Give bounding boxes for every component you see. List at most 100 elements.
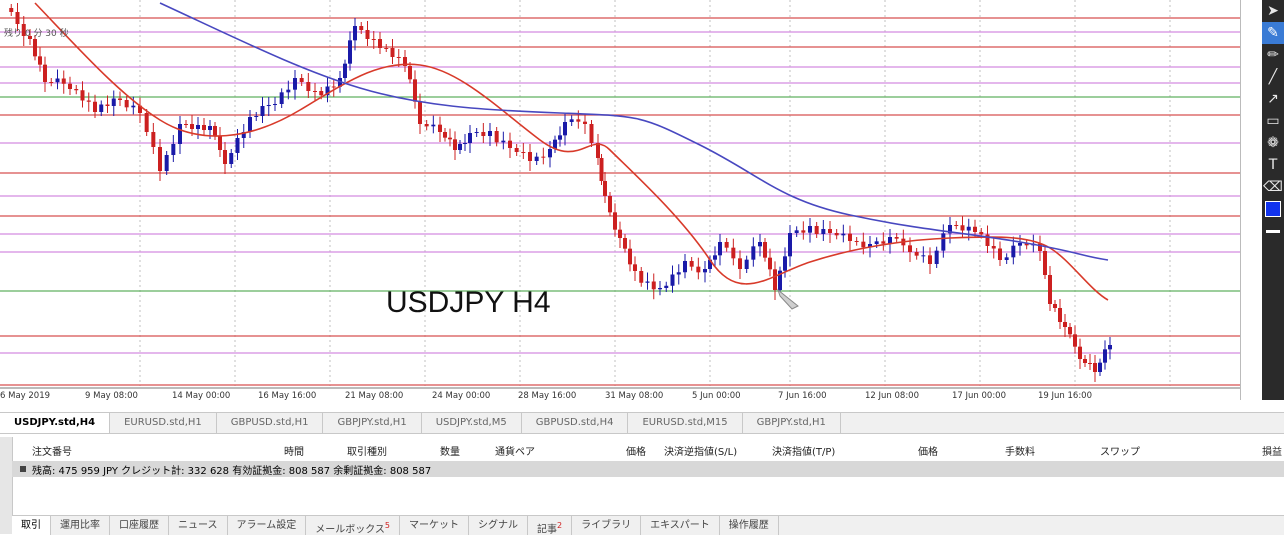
time-axis-label: 12 Jun 08:00	[865, 391, 919, 400]
candle-body	[202, 125, 206, 130]
candle-body	[596, 143, 600, 158]
candle-body	[676, 272, 681, 275]
candle-body	[80, 90, 85, 101]
candle-body	[934, 250, 939, 264]
line-width-icon[interactable]	[1262, 220, 1284, 242]
col-sl[interactable]: 決済逆指値(S/L)	[664, 443, 737, 458]
tab-market[interactable]: マーケット	[400, 516, 469, 535]
price-scale[interactable]	[1240, 0, 1263, 400]
tab-articles[interactable]: 記事2	[528, 516, 573, 535]
candle-body	[413, 79, 417, 102]
col-swap[interactable]: スワップ	[1100, 443, 1140, 458]
candle-body	[313, 91, 317, 92]
candle-body	[558, 135, 562, 140]
cursor-icon[interactable]: ➤	[1262, 0, 1284, 22]
candle-body	[131, 105, 136, 108]
candle-body	[998, 248, 1002, 260]
col-time[interactable]: 時間	[284, 443, 304, 458]
eraser-icon[interactable]: ⌫	[1262, 176, 1284, 198]
chart-tab[interactable]: GBPJPY.std,H1	[743, 413, 841, 433]
shapes-icon[interactable]: ❁	[1262, 132, 1284, 154]
time-axis-label: 5 Jun 00:00	[692, 391, 741, 400]
candle-body	[279, 92, 284, 104]
candle-body	[960, 225, 965, 231]
chart-tab[interactable]: EURUSD.std,M15	[628, 413, 743, 433]
tab-experts[interactable]: エキスパート	[641, 516, 720, 535]
candle-body	[608, 196, 612, 213]
arrow-line-icon[interactable]: ↗	[1262, 88, 1284, 110]
candle-body	[93, 101, 97, 112]
candle-body	[359, 26, 364, 30]
candle-body	[794, 230, 799, 233]
balance-row[interactable]: 残高: 475 959 JPY クレジット計: 332 628 有効証拠金: 8…	[12, 461, 1284, 477]
candle-body	[848, 233, 852, 241]
col-tp[interactable]: 決済指値(T/P)	[772, 443, 835, 458]
candle-body	[43, 64, 47, 82]
candle-body	[223, 150, 227, 164]
tab-trade[interactable]: 取引	[12, 516, 51, 535]
chart-tab-bar: USDJPY.std,H4 EURUSD.std,H1 GBPUSD.std,H…	[0, 412, 1284, 434]
tab-history[interactable]: 口座履歴	[110, 516, 169, 535]
candle-body	[343, 63, 347, 78]
rectangle-icon[interactable]: ▭	[1262, 110, 1284, 132]
candle-body	[718, 242, 722, 256]
line-icon[interactable]: ╱	[1262, 66, 1284, 88]
candle-body	[488, 131, 492, 136]
time-axis-label: 28 May 16:00	[518, 391, 576, 400]
candle-body	[1018, 243, 1022, 246]
candle-body	[1011, 245, 1016, 258]
tab-alerts[interactable]: アラーム設定	[228, 516, 307, 535]
candle-body	[941, 233, 946, 251]
col-type[interactable]: 取引種別	[347, 443, 387, 458]
col-volume[interactable]: 数量	[440, 443, 460, 458]
pencil-icon[interactable]: ✎	[1262, 22, 1284, 44]
col-price[interactable]: 価格	[626, 443, 646, 458]
chart-tab[interactable]: GBPJPY.std,H1	[323, 413, 422, 433]
candle-body	[569, 119, 574, 122]
candle-body	[738, 258, 742, 269]
candle-body	[453, 139, 457, 150]
candle-body	[618, 229, 622, 238]
candle-body	[874, 241, 879, 244]
candle-body	[954, 225, 959, 226]
chart-tab[interactable]: GBPUSD.std,H4	[522, 413, 629, 433]
candle-body	[724, 242, 729, 248]
candle-body	[1108, 345, 1112, 350]
col-price-2[interactable]: 価格	[918, 443, 938, 458]
marker-icon[interactable]: ✏	[1262, 44, 1284, 66]
chart-tab[interactable]: USDJPY.std,H4	[0, 413, 111, 433]
candle-body	[921, 255, 926, 257]
candle-body	[991, 246, 996, 249]
tab-journal[interactable]: 操作履歴	[720, 516, 779, 535]
chart-tab[interactable]: GBPUSD.std,H1	[217, 413, 324, 433]
text-icon[interactable]: T	[1262, 154, 1284, 176]
chart-tab[interactable]: USDJPY.std,M5	[422, 413, 522, 433]
col-commission[interactable]: 手数料	[1005, 443, 1035, 458]
color-swatch-icon[interactable]	[1262, 198, 1284, 220]
candle-body	[1058, 308, 1062, 322]
candle-body	[408, 66, 412, 80]
candle-body	[184, 124, 188, 125]
price-chart[interactable]: USDJPY H4 残り 0 分 30 秒 6 May 2019 9 May 08:0…	[0, 0, 1240, 400]
chart-area[interactable]: USDJPY H4 残り 0 分 30 秒 6 May 2019 9 May 08:0…	[0, 0, 1263, 400]
tab-library[interactable]: ライブラリ	[572, 516, 642, 535]
drawing-toolbar: ➤ ✎ ✏ ╱ ↗ ▭ ❁ T ⌫	[1262, 0, 1284, 400]
candle-body	[628, 248, 632, 265]
col-symbol[interactable]: 通貨ペア	[495, 443, 535, 458]
tab-exposure[interactable]: 運用比率	[51, 516, 110, 535]
tab-mailbox[interactable]: メールボックス5	[306, 516, 400, 535]
candle-body	[384, 48, 389, 49]
candle-body	[501, 140, 506, 143]
candle-body	[763, 242, 767, 258]
candle-body	[371, 39, 376, 40]
candle-body	[418, 101, 422, 124]
candle-body	[861, 241, 866, 248]
col-profit[interactable]: 損益	[1262, 443, 1282, 458]
orders-table-header: 注文番号 時間 取引種別 数量 通貨ペア 価格 決済逆指値(S/L) 決済指値(…	[12, 441, 1284, 459]
tab-signals[interactable]: シグナル	[469, 516, 528, 535]
tab-news[interactable]: ニュース	[169, 516, 228, 535]
time-axis-label: 14 May 00:00	[172, 391, 230, 400]
col-order-id[interactable]: 注文番号	[32, 443, 72, 458]
chart-tab[interactable]: EURUSD.std,H1	[110, 413, 217, 433]
candle-body	[808, 226, 812, 233]
